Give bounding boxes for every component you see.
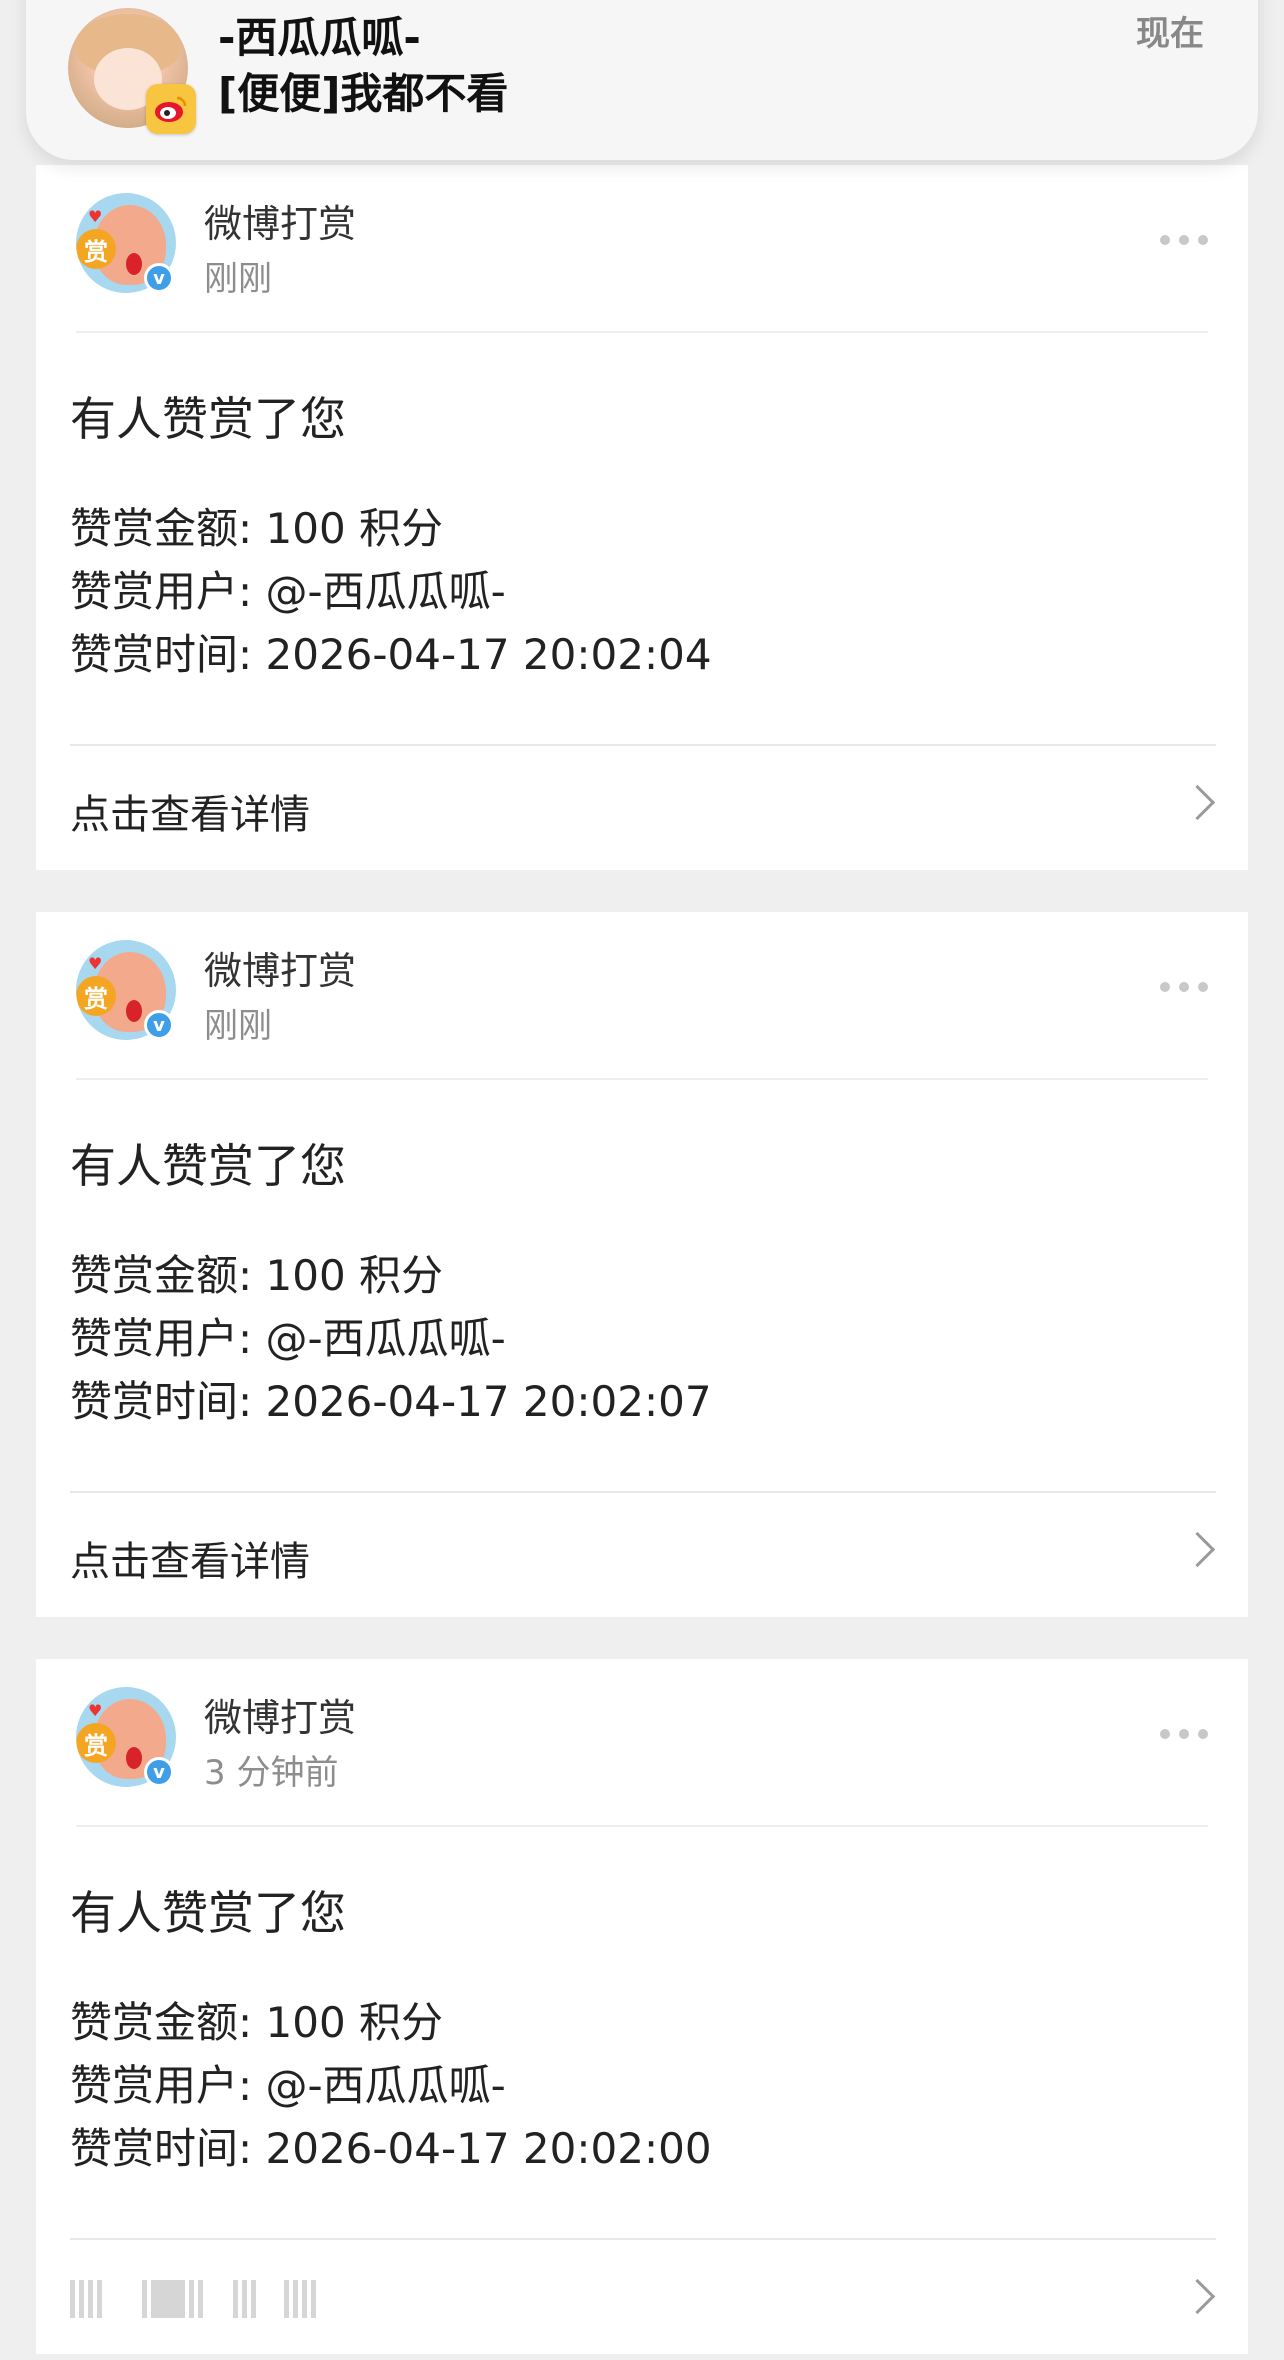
more-options-icon[interactable] (1160, 235, 1208, 245)
reward-amount: 赞赏金额: 100 积分 (70, 504, 444, 553)
view-details-label: 点击查看详情 (70, 792, 310, 838)
card-header: ♥ 赏 v 微博打赏 刚刚 (36, 912, 1248, 1080)
divider (76, 1078, 1208, 1080)
verified-icon: v (144, 263, 174, 293)
reward-time: 赞赏时间: 2026-04-17 20:02:04 (70, 630, 712, 679)
notification-time: 现在 (1136, 14, 1204, 54)
coin-icon: 赏 (76, 976, 116, 1016)
reward-amount: 赞赏金额: 100 积分 (70, 1998, 444, 2047)
reward-time: 赞赏时间: 2026-04-17 20:02:07 (70, 1377, 712, 1426)
sent-time: 3 分钟前 (204, 1753, 339, 1793)
notification-banner[interactable]: -西瓜瓜呱- [便便]我都不看 现在 (26, 0, 1258, 160)
card-header: ♥ 赏 v 微博打赏 刚刚 (36, 165, 1248, 333)
sender-name[interactable]: 微博打赏 (204, 193, 356, 248)
more-options-icon[interactable] (1160, 982, 1208, 992)
coin-icon: 赏 (76, 1723, 116, 1763)
sent-time: 刚刚 (204, 259, 272, 299)
card-title: 有人赞赏了您 (70, 392, 346, 446)
view-details-link[interactable]: 点击查看详情 (70, 1491, 1216, 1613)
view-details-link[interactable]: 点击查看详情 (70, 744, 1216, 866)
verified-icon: v (144, 1757, 174, 1787)
sent-time: 刚刚 (204, 1006, 272, 1046)
divider (76, 1825, 1208, 1827)
reward-user: 赞赏用户: @-西瓜瓜呱- (70, 567, 506, 616)
card-title: 有人赞赏了您 (70, 1139, 346, 1193)
more-options-icon[interactable] (1160, 1729, 1208, 1739)
cut-off-label (70, 2280, 316, 2318)
divider (76, 331, 1208, 333)
verified-icon: v (144, 1010, 174, 1040)
sender-name[interactable]: 微博打赏 (204, 940, 356, 995)
weibo-app-icon (146, 84, 196, 134)
card-header: ♥ 赏 v 微博打赏 3 分钟前 (36, 1659, 1248, 1827)
sender-name[interactable]: 微博打赏 (204, 1687, 356, 1742)
notification-sender: -西瓜瓜呱- (218, 13, 421, 62)
view-details-label: 点击查看详情 (70, 1539, 310, 1585)
chevron-right-icon (1179, 2278, 1216, 2315)
chevron-right-icon (1179, 1531, 1216, 1568)
notification-message: [便便]我都不看 (218, 69, 509, 118)
reward-amount: 赞赏金额: 100 积分 (70, 1251, 444, 1300)
card-title: 有人赞赏了您 (70, 1886, 346, 1940)
view-details-link[interactable] (70, 2238, 1216, 2360)
reward-user: 赞赏用户: @-西瓜瓜呱- (70, 1314, 506, 1363)
reward-time: 赞赏时间: 2026-04-17 20:02:00 (70, 2124, 712, 2173)
reward-card: ♥ 赏 v 微博打赏 刚刚 有人赞赏了您 赞赏金额: 100 积分 赞赏用户: … (36, 165, 1248, 870)
reward-card: ♥ 赏 v 微博打赏 3 分钟前 有人赞赏了您 赞赏金额: 100 积分 赞赏用… (36, 1659, 1248, 2354)
coin-icon: 赏 (76, 229, 116, 269)
reward-card: ♥ 赏 v 微博打赏 刚刚 有人赞赏了您 赞赏金额: 100 积分 赞赏用户: … (36, 912, 1248, 1617)
chevron-right-icon (1179, 784, 1216, 821)
reward-user: 赞赏用户: @-西瓜瓜呱- (70, 2061, 506, 2110)
